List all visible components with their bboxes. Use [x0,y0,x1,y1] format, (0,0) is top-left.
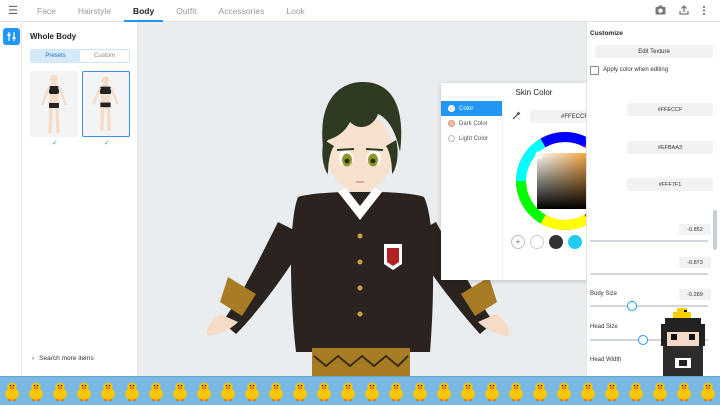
tab-hairstyle[interactable]: Hairstyle [67,0,122,22]
top-bar: ☰ Face Hairstyle Body Outfit Accessories… [0,0,720,22]
duck-icon [221,382,235,401]
duck-icon [557,382,571,401]
body-preset-2[interactable] [82,71,130,137]
body-adjust-icon[interactable] [3,28,20,45]
item-label: Color [459,105,474,112]
tab-accessories[interactable]: Accessories [208,0,276,22]
pixel-character-sticker [661,308,705,376]
duck-icon [269,382,283,401]
swatch-cyan[interactable] [568,235,582,249]
skin-color-hex[interactable]: #FFECCF [627,103,713,116]
color-swatch-dot [448,120,455,127]
body-size-label: Body Size [590,291,618,297]
duck-icon [413,382,427,401]
duck-icon [149,382,163,401]
head-width-label: Head Width [590,357,622,363]
body-size-slider-knob[interactable] [627,301,637,311]
duck-icon [701,382,715,401]
color-swatch-dot [448,135,455,142]
value-field[interactable]: -0.873 [679,257,711,268]
duck-icon [485,382,499,401]
preset-custom-toggle: Presets Custom [30,49,130,63]
custom-tab[interactable]: Custom [80,50,129,62]
duck-icon [437,382,451,401]
apply-color-label: Apply color when editing [603,67,669,73]
share-icon[interactable] [679,5,689,17]
check-icon: ✓ [52,140,58,147]
search-more-link[interactable]: › Search more items [32,355,94,362]
duck-icon [5,382,19,401]
tab-face[interactable]: Face [26,0,67,22]
duck-pattern-strip [0,376,720,405]
duck-icon [653,382,667,401]
skin-color-item-dark[interactable]: Dark Color [441,116,502,131]
tab-look[interactable]: Look [275,0,315,22]
duck-icon [125,382,139,401]
duck-icon [293,382,307,401]
light-color-hex[interactable]: #FFF7F1 [627,178,713,191]
duck-icon [365,382,379,401]
duck-icon [173,382,187,401]
skin-color-item-light[interactable]: Light Color [441,131,502,146]
swatch-white[interactable] [530,235,544,249]
presets-tab[interactable]: Presets [31,50,80,62]
swatch-dark[interactable] [549,235,563,249]
right-panel-scrollbar[interactable] [713,210,717,250]
duck-icon [389,382,403,401]
duck-icon [461,382,475,401]
edit-texture-button[interactable]: Edit Texture [595,45,713,58]
duck-icon [53,382,67,401]
item-label: Dark Color [459,120,488,127]
body-size-value[interactable]: -0.289 [679,289,711,300]
duck-icon [629,382,643,401]
chevron-right-icon: › [32,355,35,362]
more-vertical-icon[interactable] [702,5,706,18]
tab-body[interactable]: Body [122,0,165,22]
color-swatch-dot [448,105,455,112]
customize-title: Customize [590,30,623,37]
duck-icon [245,382,259,401]
duck-icon [317,382,331,401]
duck-icon [509,382,523,401]
top-icons [655,0,706,22]
menu-icon[interactable]: ☰ [0,0,26,22]
eyedropper-icon[interactable] [512,111,521,122]
value-field[interactable]: -0.852 [679,224,711,235]
check-icon: ✓ [104,140,110,147]
tab-outfit[interactable]: Outfit [165,0,207,22]
item-label: Light Color [459,135,489,142]
skin-color-item-color[interactable]: Color [441,101,502,116]
duck-icon [197,382,211,401]
add-swatch-button[interactable]: + [511,235,525,249]
duck-icon [677,382,691,401]
duck-icon [341,382,355,401]
duck-icon [605,382,619,401]
duck-icon [29,382,43,401]
body-preset-1[interactable] [30,71,78,137]
duck-icon [581,382,595,401]
slider-track[interactable] [590,273,708,275]
search-more-label: Search more items [39,355,94,362]
slider-track[interactable] [590,240,708,242]
skin-color-list: Color Dark Color Light Color [441,101,503,280]
customize-panel: Customize Edit Texture Apply color when … [586,22,720,376]
head-size-label: Head Size [590,324,618,330]
duck-icon [533,382,547,401]
panel-title: Whole Body [30,32,77,41]
left-rail [0,22,22,376]
head-size-slider-knob[interactable] [638,335,648,345]
left-panel: Whole Body Presets Custom ✓ ✓ › Search mo… [22,22,138,376]
dark-color-hex[interactable]: #EFBAA3 [627,141,713,154]
camera-icon[interactable] [655,5,666,17]
duck-icon [77,382,91,401]
duck-icon [101,382,115,401]
apply-color-checkbox[interactable] [590,66,599,75]
